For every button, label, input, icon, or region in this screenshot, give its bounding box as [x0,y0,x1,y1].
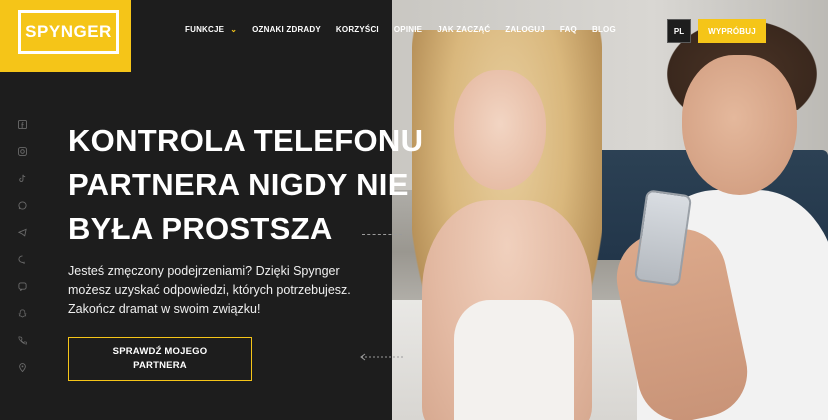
nav-item-oznaki-zdrady[interactable]: OZNAKI ZDRADY [252,25,321,34]
nav-item-funkcje[interactable]: FUNKCJE ⌄ [185,25,237,34]
location-icon[interactable] [18,363,27,372]
hero-title: KONTROLA TELEFONU PARTNERA NIGDY NIE BYŁ… [68,119,438,251]
logo[interactable]: SPYNGER [0,0,131,72]
nav-item-blog[interactable]: BLOG [592,25,616,34]
snapchat-icon[interactable] [18,309,27,318]
nav-item-korzysci[interactable]: KORZYŚCI [336,25,379,34]
logo-text: SPYNGER [25,22,112,41]
left-arrow-icon [360,353,405,361]
nav-item-jak-zaczac[interactable]: JAK ZACZĄĆ [437,25,490,34]
language-button[interactable]: PL [667,19,691,43]
nav-item-zaloguj[interactable]: ZALOGUJ [505,25,545,34]
main-nav: FUNKCJE ⌄ OZNAKI ZDRADY KORZYŚCI OPINIE … [185,25,631,34]
nav-item-opinie[interactable]: OPINIE [394,25,422,34]
hero-title-line-1: KONTROLA TELEFONU [68,123,424,158]
messenger-icon[interactable] [18,255,27,264]
try-button[interactable]: WYPRÓBUJ [698,19,766,43]
hero-title-line-3: BYŁA PROSTSZA [68,211,333,246]
decorative-dashed-line [362,234,402,235]
hero-subtitle: Jesteś zmęczony podejrzeniami? Dzięki Sp… [68,264,351,316]
telegram-icon[interactable] [18,228,27,237]
tiktok-icon[interactable] [18,174,27,183]
whatsapp-icon[interactable] [18,201,27,210]
phone-icon[interactable] [18,336,27,345]
hero-photo [392,0,828,420]
facebook-icon[interactable] [18,120,27,129]
social-links [18,120,30,390]
viber-icon[interactable] [18,282,27,291]
chevron-down-icon: ⌄ [230,25,238,34]
nav-item-faq[interactable]: FAQ [560,25,577,34]
check-partner-button[interactable]: SPRAWDŹ MOJEGO PARTNERA [68,337,252,381]
instagram-icon[interactable] [18,147,27,156]
hero-title-line-2: PARTNERA NIGDY NIE [68,167,409,202]
